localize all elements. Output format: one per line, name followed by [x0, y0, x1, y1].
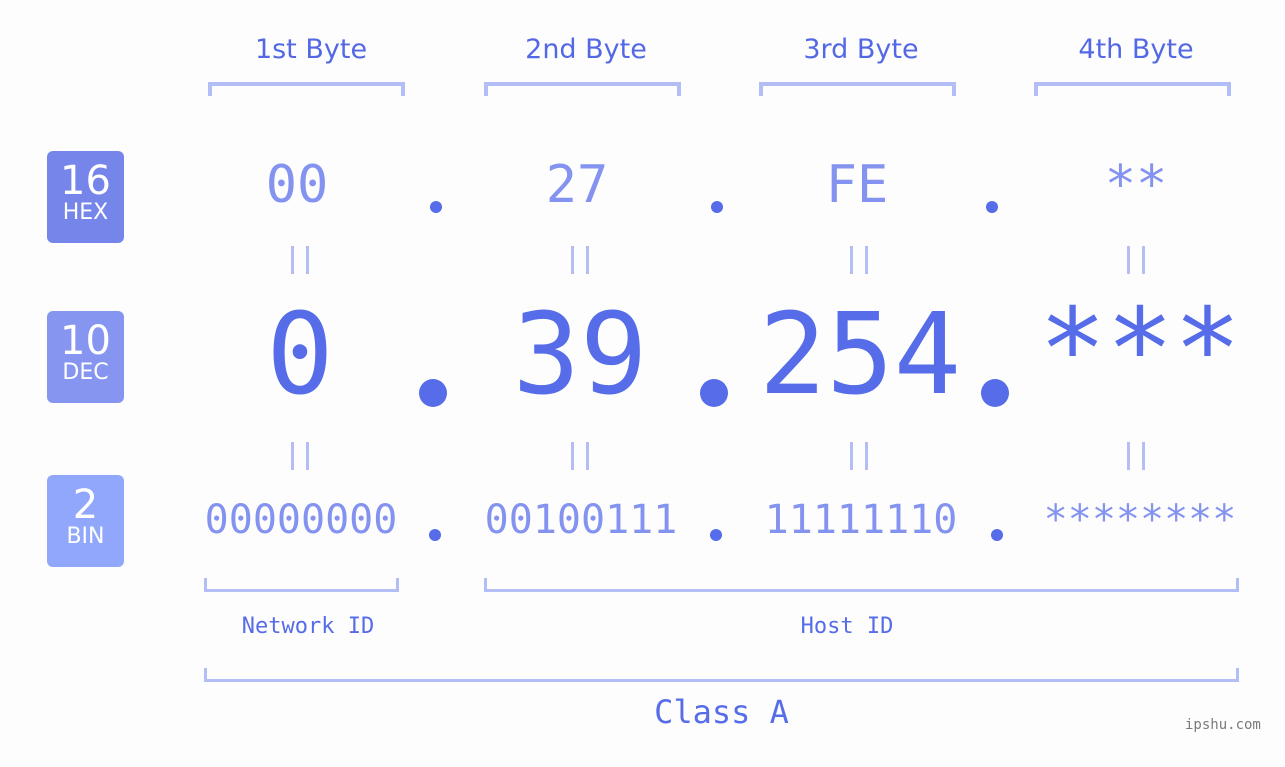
bin-value-3: 11111110	[764, 497, 958, 543]
bin-value-4: ********	[1043, 497, 1237, 543]
byte-header-1: 1st Byte	[254, 34, 368, 65]
dec-dot-3	[981, 379, 1009, 407]
network-id-label: Network ID	[241, 614, 375, 639]
equals-icon	[850, 442, 868, 470]
hex-badge: 16 HEX	[47, 151, 124, 243]
dec-dot-2	[700, 379, 728, 407]
equals-icon	[850, 246, 868, 274]
class-bracket	[204, 668, 1239, 682]
hex-value-3: FE	[825, 155, 889, 215]
dec-badge: 10 DEC	[47, 311, 124, 403]
hex-dot-2	[711, 201, 723, 213]
byte-header-2: 2nd Byte	[525, 34, 647, 65]
watermark: ipshu.com	[1185, 717, 1261, 733]
byte-bracket-1	[208, 82, 405, 96]
hex-dot-1	[430, 201, 442, 213]
bin-dot-1	[429, 529, 441, 541]
dec-value-4: ***	[1038, 285, 1242, 415]
hex-value-2: 27	[545, 155, 609, 215]
hex-value-1: 00	[265, 155, 329, 215]
bin-label: BIN	[66, 524, 105, 549]
dec-base: 10	[60, 318, 111, 364]
equals-icon	[1127, 442, 1145, 470]
bin-badge: 2 BIN	[47, 475, 124, 567]
byte-bracket-4	[1034, 82, 1231, 96]
host-id-bracket	[484, 578, 1239, 592]
network-id-bracket	[204, 578, 399, 592]
dec-dot-1	[419, 379, 447, 407]
hex-label: HEX	[62, 200, 109, 225]
bin-value-1: 00000000	[204, 497, 398, 543]
bin-dot-2	[710, 529, 722, 541]
bin-dot-3	[991, 529, 1003, 541]
equals-icon	[571, 246, 589, 274]
equals-icon	[291, 246, 309, 274]
hex-base: 16	[60, 158, 111, 204]
dec-value-1: 0	[266, 290, 334, 420]
byte-bracket-2	[484, 82, 681, 96]
equals-icon	[571, 442, 589, 470]
host-id-label: Host ID	[800, 614, 894, 639]
dec-value-3: 254	[758, 290, 962, 420]
dec-value-2: 39	[512, 290, 648, 420]
bin-value-2: 00100111	[484, 497, 678, 543]
equals-icon	[1127, 246, 1145, 274]
hex-value-4: **	[1104, 155, 1168, 215]
dec-label: DEC	[62, 360, 109, 385]
hex-dot-3	[986, 201, 998, 213]
byte-header-4: 4th Byte	[1078, 34, 1194, 65]
equals-icon	[291, 442, 309, 470]
byte-bracket-3	[759, 82, 956, 96]
byte-header-3: 3rd Byte	[803, 34, 919, 65]
class-label: Class A	[654, 693, 789, 731]
bin-base: 2	[72, 482, 99, 528]
